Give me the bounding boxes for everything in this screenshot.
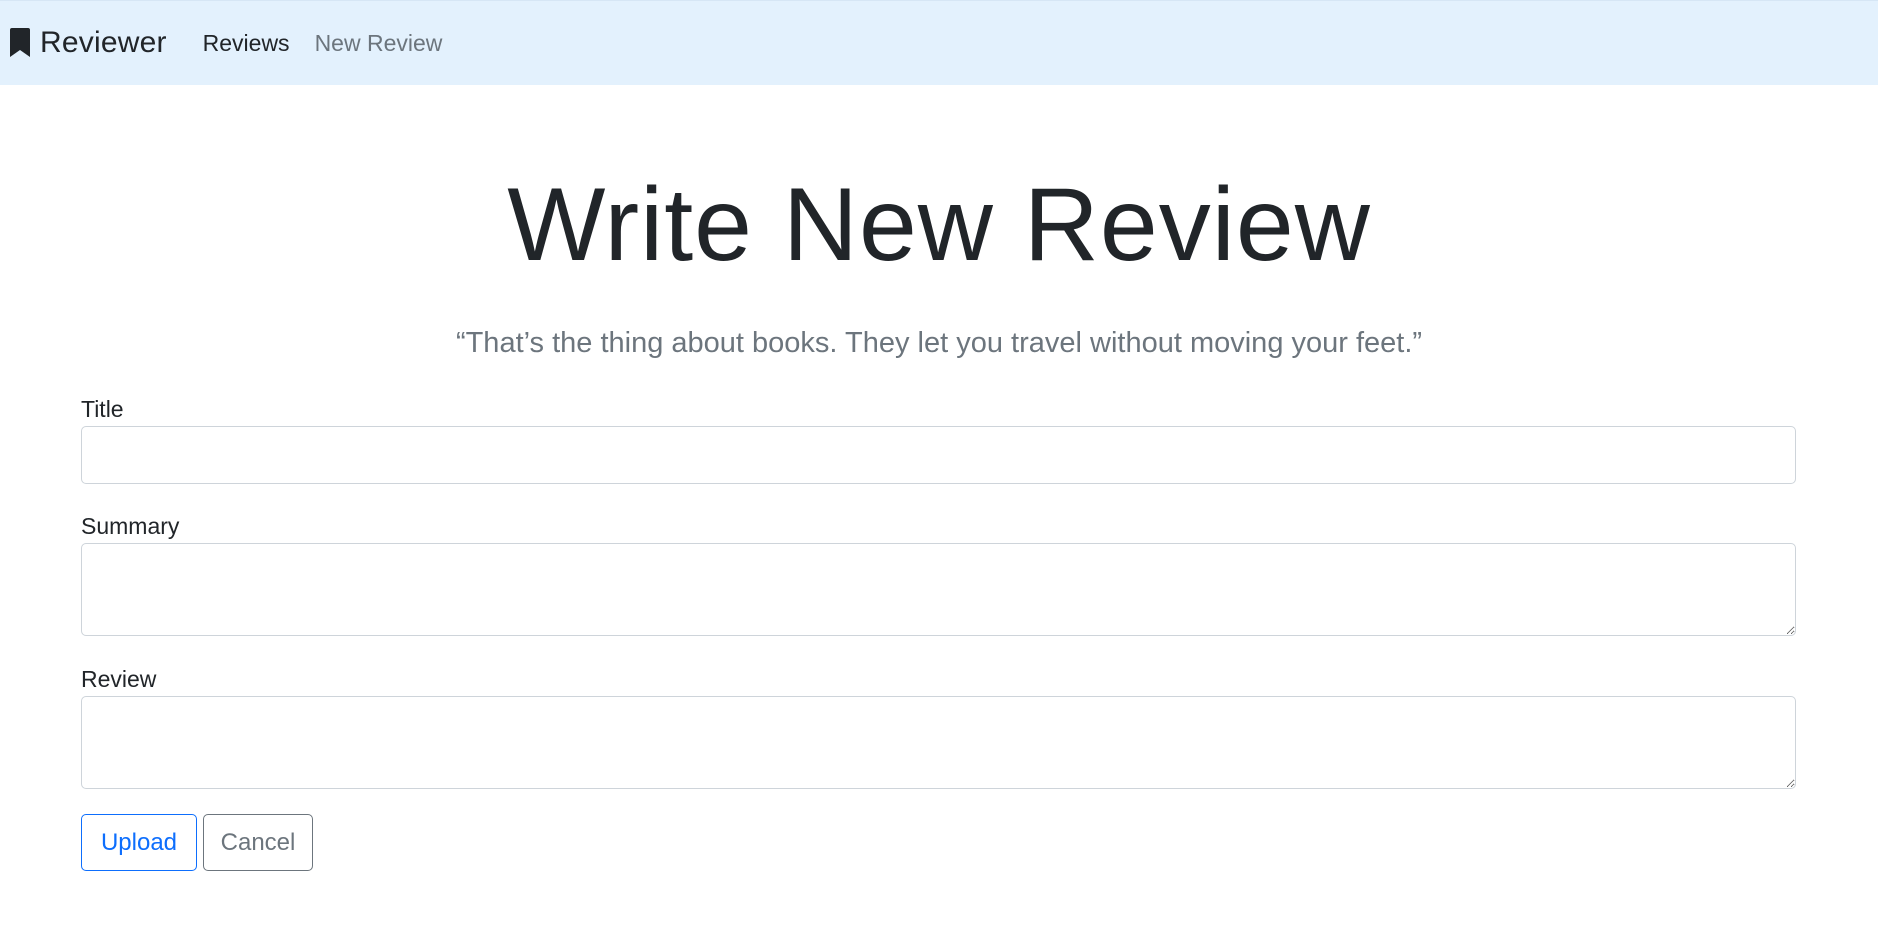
review-textarea[interactable] bbox=[81, 696, 1796, 789]
upload-button[interactable]: Upload bbox=[81, 814, 197, 871]
nav-new-review-link[interactable]: New Review bbox=[315, 30, 443, 57]
summary-label: Summary bbox=[81, 513, 180, 539]
title-label: Title bbox=[81, 396, 124, 422]
page-quote: “That’s the thing about books. They let … bbox=[455, 327, 1423, 359]
bookmark-icon bbox=[8, 28, 32, 58]
cancel-button[interactable]: Cancel bbox=[203, 814, 313, 871]
nav-reviews-link[interactable]: Reviews bbox=[203, 30, 290, 57]
page-title: Write New Review bbox=[507, 167, 1371, 283]
brand-link[interactable]: Reviewer bbox=[8, 26, 167, 60]
brand-name: Reviewer bbox=[40, 26, 167, 59]
review-label: Review bbox=[81, 666, 157, 692]
title-input[interactable] bbox=[81, 426, 1796, 484]
summary-textarea[interactable] bbox=[81, 543, 1796, 636]
navbar: Reviewer Reviews New Review bbox=[0, 0, 1878, 85]
